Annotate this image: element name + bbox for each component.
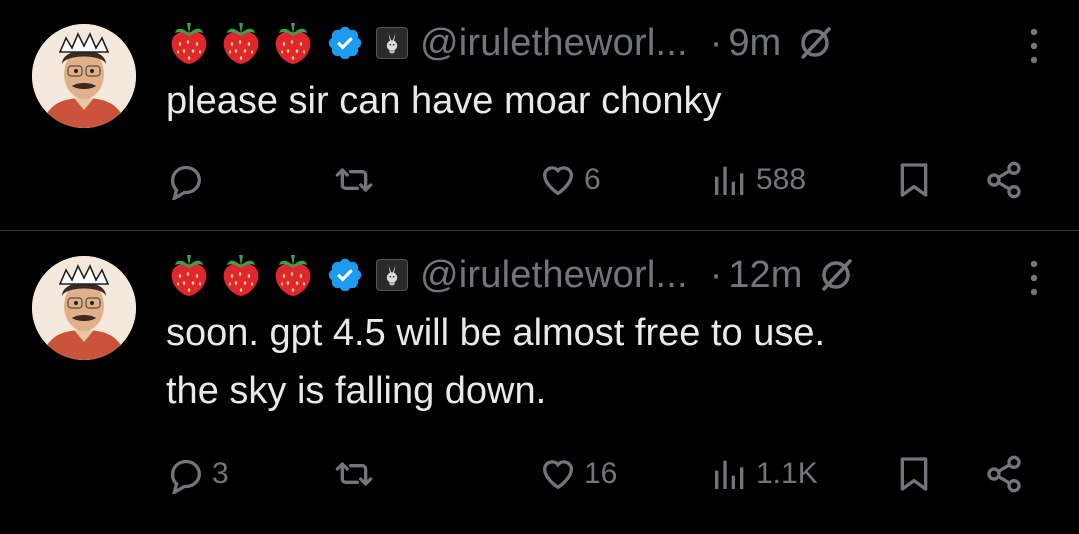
strawberry-emoji xyxy=(218,252,264,298)
strawberry-emoji xyxy=(218,20,264,66)
reply-button[interactable] xyxy=(166,155,212,205)
tweet-text-line: soon. gpt 4.5 will be almost free to use… xyxy=(166,312,826,354)
grok-icon[interactable] xyxy=(795,23,835,63)
heart-icon xyxy=(538,160,578,200)
reply-button[interactable]: 3 xyxy=(166,449,229,499)
retweet-icon xyxy=(334,160,374,200)
user-handle[interactable]: @iruletheworl... xyxy=(420,254,688,297)
bookmark-icon xyxy=(894,454,934,494)
more-vertical-icon[interactable] xyxy=(1029,26,1039,66)
strawberry-emoji xyxy=(270,20,316,66)
views-icon xyxy=(710,160,750,200)
more-vertical-icon[interactable] xyxy=(1029,258,1039,298)
like-button[interactable]: 6 xyxy=(538,155,601,205)
rabbit-affiliate-badge[interactable] xyxy=(376,27,408,59)
timestamp[interactable]: 12m xyxy=(728,254,802,297)
retweet-button[interactable] xyxy=(334,155,380,205)
tweet[interactable]: @iruletheworl... · 12m soon. gpt 4.5 wil… xyxy=(0,232,1079,534)
reply-icon xyxy=(166,160,206,200)
user-handle[interactable]: @iruletheworl... xyxy=(420,22,688,65)
like-button[interactable]: 16 xyxy=(538,449,617,499)
separator: · xyxy=(709,253,723,296)
verified-badge-icon[interactable] xyxy=(326,256,364,294)
rabbit-affiliate-badge[interactable] xyxy=(376,259,408,291)
tweet-text: please sir can have moar chonky xyxy=(166,80,722,122)
share-icon xyxy=(984,454,1024,494)
tweet-actions: 3 16 1.1K xyxy=(166,449,1036,499)
avatar[interactable] xyxy=(32,24,136,128)
views-count: 588 xyxy=(756,163,807,196)
strawberry-emoji xyxy=(270,252,316,298)
tweet[interactable]: @iruletheworl... · 9m please sir can hav… xyxy=(0,0,1079,230)
retweet-button[interactable] xyxy=(334,449,380,499)
share-icon xyxy=(984,160,1024,200)
like-count: 16 xyxy=(584,457,618,490)
share-button[interactable] xyxy=(984,449,1024,499)
reply-icon xyxy=(166,454,206,494)
views-count: 1.1K xyxy=(756,457,818,490)
like-count: 6 xyxy=(584,163,601,196)
views-button[interactable]: 588 xyxy=(710,155,806,205)
separator: · xyxy=(709,21,723,64)
reply-count: 3 xyxy=(212,457,229,490)
tweet-text-line: the sky is falling down. xyxy=(166,370,547,412)
bookmark-button[interactable] xyxy=(894,155,934,205)
verified-badge-icon[interactable] xyxy=(326,24,364,62)
heart-icon xyxy=(538,454,578,494)
share-button[interactable] xyxy=(984,155,1024,205)
tweet-header: @iruletheworl... · 9m xyxy=(166,18,835,68)
divider xyxy=(0,230,1079,231)
bookmark-button[interactable] xyxy=(894,449,934,499)
tweet-header: @iruletheworl... · 12m xyxy=(166,250,856,300)
timestamp[interactable]: 9m xyxy=(728,22,781,65)
bookmark-icon xyxy=(894,160,934,200)
strawberry-emoji xyxy=(166,20,212,66)
tweet-text: soon. gpt 4.5 will be almost free to use… xyxy=(166,304,1046,420)
strawberry-emoji xyxy=(166,252,212,298)
views-button[interactable]: 1.1K xyxy=(710,449,818,499)
views-icon xyxy=(710,454,750,494)
tweet-actions: 6 588 xyxy=(166,155,1036,205)
avatar[interactable] xyxy=(32,256,136,360)
retweet-icon xyxy=(334,454,374,494)
grok-icon[interactable] xyxy=(816,255,856,295)
